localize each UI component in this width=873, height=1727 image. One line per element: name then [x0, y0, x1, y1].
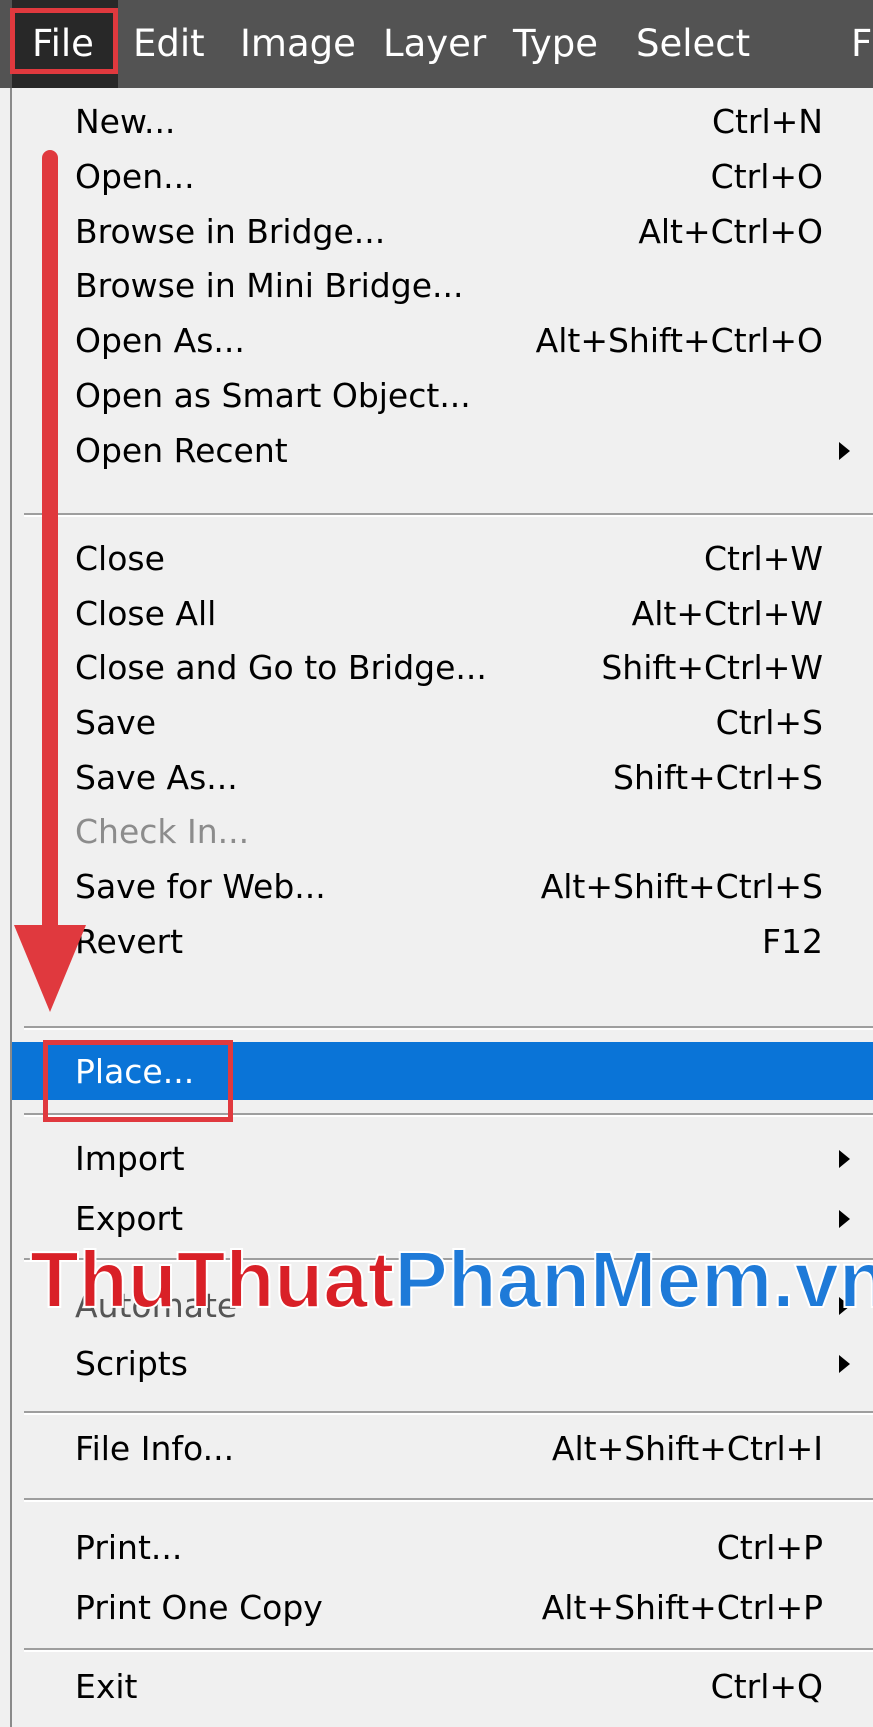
menu-item-shortcut: Ctrl+O	[710, 157, 823, 196]
menu-item-label: New...	[75, 102, 176, 141]
place-highlight-box	[43, 1040, 233, 1122]
submenu-arrow-icon	[839, 442, 850, 460]
menu-item-close-and-go-to-bridge[interactable]: Close and Go to Bridge... Shift+Ctrl+W	[12, 638, 873, 698]
menu-item-shortcut: Ctrl+W	[704, 539, 823, 578]
submenu-arrow-icon	[839, 1210, 850, 1228]
watermark-part-red: ThuThuat	[29, 1235, 395, 1324]
submenu-arrow-icon	[839, 1150, 850, 1168]
menu-item-label: Browse in Bridge...	[75, 212, 386, 251]
menu-layer[interactable]: Layer	[383, 0, 486, 88]
menu-item-file-info[interactable]: File Info... Alt+Shift+Ctrl+I	[12, 1419, 873, 1479]
menu-item-label: Import	[75, 1139, 185, 1178]
menu-item-label: Scripts	[75, 1344, 188, 1383]
menu-item-exit[interactable]: Exit Ctrl+Q	[12, 1657, 873, 1717]
menu-type[interactable]: Type	[513, 0, 598, 88]
menu-item-label: Save As...	[75, 758, 238, 797]
menu-item-label: Open Recent	[75, 431, 288, 470]
watermark-logo: ThuThuatPhanMem.vn	[29, 1239, 873, 1321]
menu-separator	[24, 1411, 873, 1413]
menu-item-close-all[interactable]: Close All Alt+Ctrl+W	[12, 584, 873, 644]
menu-image[interactable]: Image	[240, 0, 356, 88]
menu-item-label: Save	[75, 703, 157, 742]
menu-item-open-as[interactable]: Open As... Alt+Shift+Ctrl+O	[12, 311, 873, 371]
menu-item-shortcut: Alt+Ctrl+O	[638, 212, 823, 251]
menu-separator	[24, 1648, 873, 1650]
menu-item-scripts[interactable]: Scripts	[12, 1334, 873, 1394]
menu-edit[interactable]: Edit	[133, 0, 205, 88]
menu-item-save-for-web[interactable]: Save for Web... Alt+Shift+Ctrl+S	[12, 857, 873, 917]
menu-item-shortcut: Alt+Shift+Ctrl+P	[541, 1588, 823, 1627]
menu-item-shortcut: Alt+Shift+Ctrl+S	[540, 867, 823, 906]
submenu-arrow-icon	[839, 1355, 850, 1373]
menu-item-save-as[interactable]: Save As... Shift+Ctrl+S	[12, 748, 873, 808]
file-menu-highlight-box	[10, 8, 118, 74]
menu-item-shortcut: Alt+Shift+Ctrl+I	[551, 1429, 823, 1468]
menu-item-shortcut: Ctrl+N	[711, 102, 823, 141]
menu-item-save[interactable]: Save Ctrl+S	[12, 693, 873, 753]
menu-item-label: Print One Copy	[75, 1588, 323, 1627]
menu-item-print-one-copy[interactable]: Print One Copy Alt+Shift+Ctrl+P	[12, 1578, 873, 1638]
menu-item-label: Close	[75, 539, 165, 578]
menu-item-close[interactable]: Close Ctrl+W	[12, 529, 873, 589]
menu-item-label: Print...	[75, 1528, 183, 1567]
menu-item-shortcut: Shift+Ctrl+W	[601, 648, 823, 687]
menu-item-shortcut: Ctrl+S	[715, 703, 823, 742]
menu-item-label: Exit	[75, 1667, 138, 1706]
menu-item-open-as-smart-object[interactable]: Open as Smart Object...	[12, 366, 873, 426]
menu-bar: File Edit Image Layer Type Select F	[0, 0, 873, 88]
menu-item-label: Revert	[75, 922, 184, 961]
menu-item-shortcut: Alt+Shift+Ctrl+O	[535, 321, 823, 360]
menu-item-browse-in-mini-bridge[interactable]: Browse in Mini Bridge...	[12, 256, 873, 316]
menu-item-label: Close All	[75, 594, 217, 633]
menu-item-revert[interactable]: Revert F12	[12, 912, 873, 972]
menu-item-shortcut: Alt+Ctrl+W	[631, 594, 823, 633]
menu-item-open[interactable]: Open... Ctrl+O	[12, 147, 873, 207]
menu-item-label: Open...	[75, 157, 195, 196]
menu-item-shortcut: Ctrl+Q	[710, 1667, 823, 1706]
menu-item-label: Check In...	[75, 812, 250, 851]
menu-item-shortcut: Ctrl+P	[716, 1528, 823, 1567]
menu-item-browse-in-bridge[interactable]: Browse in Bridge... Alt+Ctrl+O	[12, 202, 873, 262]
menu-item-check-in: Check In...	[12, 802, 873, 862]
menu-select[interactable]: Select	[636, 0, 750, 88]
menu-filter-partial[interactable]: F	[851, 0, 872, 88]
menu-item-label: File Info...	[75, 1429, 235, 1468]
file-dropdown-menu: New... Ctrl+N Open... Ctrl+O Browse in B…	[10, 88, 873, 1727]
menu-separator	[24, 513, 873, 515]
menu-item-import[interactable]: Import	[12, 1129, 873, 1189]
menu-item-label: Browse in Mini Bridge...	[75, 266, 464, 305]
menu-item-label: Close and Go to Bridge...	[75, 648, 487, 687]
menu-item-label: Open As...	[75, 321, 245, 360]
menu-separator	[24, 1498, 873, 1500]
menu-item-label: Open as Smart Object...	[75, 376, 471, 415]
menu-item-print[interactable]: Print... Ctrl+P	[12, 1518, 873, 1578]
menu-item-shortcut: Shift+Ctrl+S	[613, 758, 823, 797]
watermark-part-blue: PhanMem.vn	[393, 1235, 873, 1324]
menu-item-label: Save for Web...	[75, 867, 326, 906]
menu-item-new[interactable]: New... Ctrl+N	[12, 92, 873, 152]
menu-item-shortcut: F12	[762, 922, 823, 961]
menu-separator	[24, 1026, 873, 1028]
menu-item-open-recent[interactable]: Open Recent	[12, 421, 873, 481]
